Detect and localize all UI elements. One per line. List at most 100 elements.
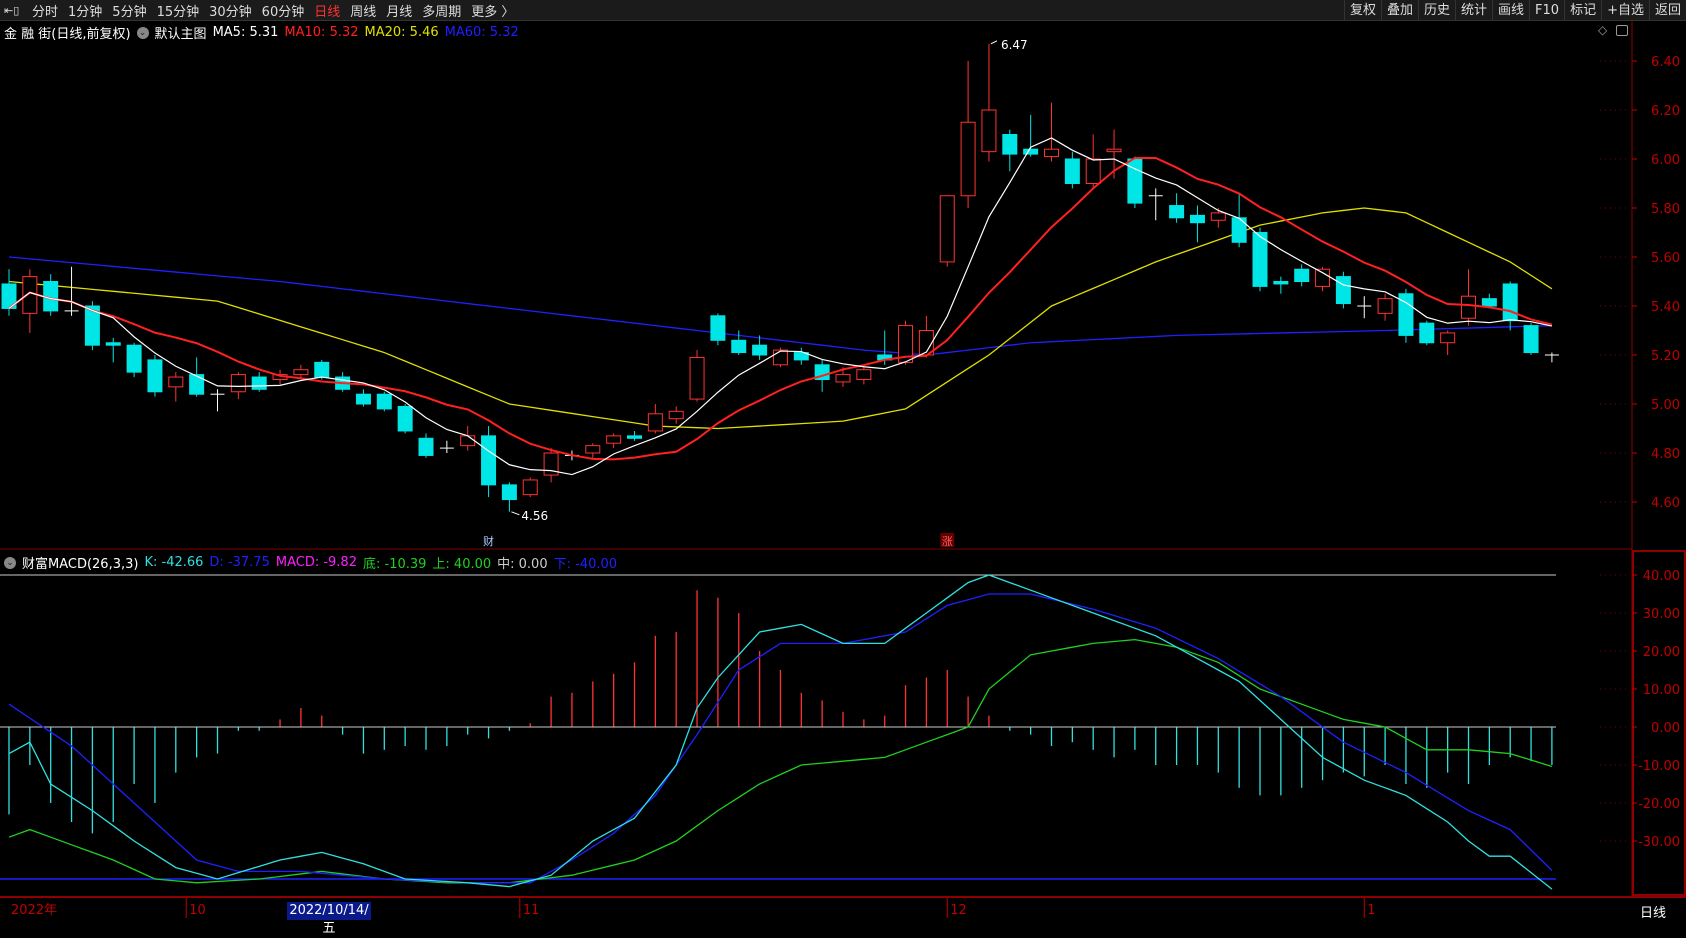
candle-body [606,435,622,444]
tab-period[interactable]: 月线 [386,1,412,20]
candle-body [481,435,497,486]
button-fuquan[interactable]: 复权 [1343,0,1381,21]
macd-legend: ⌄ 财富MACD(26,3,3) K: -42.66 D: -37.75 MAC… [4,553,623,572]
candle-body [1294,268,1310,282]
price-tick-label: 4.60 [1651,496,1680,511]
button-add-watchlist[interactable]: +自选 [1601,0,1649,21]
candle-body [1252,232,1268,287]
candle-body [939,195,955,263]
tab-period[interactable]: 周线 [350,1,376,20]
candle-body [731,339,747,354]
button-mark[interactable]: 标记 [1564,0,1601,21]
candle-body [1127,158,1143,204]
candle-body [1085,158,1101,184]
ma20-value: MA20: 5.46 [364,25,439,40]
candle-body [293,369,309,376]
tab-period[interactable]: 5分钟 [112,1,146,20]
x-tick-label: 10 [189,903,206,918]
candle-body [522,479,538,496]
candle-body [981,109,997,153]
macd-tick-label: -20.00 [1638,797,1680,812]
button-draw[interactable]: 画线 [1492,0,1529,21]
button-stats[interactable]: 统计 [1455,0,1492,21]
macd-tick-label: -10.00 [1638,759,1680,774]
tab-period[interactable]: 30分钟 [209,1,252,20]
main-legend: 金 融 街(日线,前复权) ⌄ 默认主图 MA5: 5.31 MA10: 5.3… [4,23,525,42]
price-tick-label: 5.80 [1651,202,1680,217]
candle-body [1064,158,1080,184]
tab-period[interactable]: 多周期 [422,1,461,20]
diamond-icon[interactable]: ◇ [1598,23,1607,37]
candle-body [230,374,246,393]
button-overlay[interactable]: 叠加 [1380,0,1418,21]
mid-value: 中: 0.00 [497,557,548,572]
tab-period[interactable]: 1分钟 [68,1,102,20]
stock-chart[interactable]: 6.40 6.20 6.00 5.80 5.60 5.40 5.20 5.00 4.80 4.60… [0,0,1686,920]
candle-body [251,376,267,390]
panel-toggle-icon[interactable] [1616,25,1628,36]
d-value: D: -37.75 [209,555,270,570]
macd-tick-label: 10.00 [1643,683,1680,698]
high-label: 6.47 [1001,38,1028,52]
candle-body [1231,217,1247,243]
price-tick-label: 6.40 [1651,55,1680,70]
x-tick-label: 11 [523,903,540,918]
tab-period[interactable]: 分时 [32,1,58,20]
candle-body [1106,148,1122,153]
main-chart-selector[interactable]: 默认主图 [155,23,207,42]
candle-body [1461,295,1476,319]
macd-tick-label: -30.00 [1638,835,1680,850]
button-f10[interactable]: F10 [1529,0,1564,21]
price-tick-label: 5.60 [1651,251,1680,266]
candle-body [1523,325,1539,354]
tab-period[interactable]: 60分钟 [262,1,305,20]
candle-body [147,359,163,393]
candle-body [668,410,684,420]
candle-body [835,374,851,383]
candle-body [647,413,663,432]
dropdown-icon[interactable]: ⌄ [4,556,16,569]
candle-body [460,435,476,447]
period-tabs: ⇤▯ 分时 1分钟 5分钟 15分钟 30分钟 60分钟 日线 周线 月线 多周… [0,0,524,21]
event-marker: 财 [483,534,494,548]
price-tick-label: 6.00 [1651,153,1680,168]
candle-body [627,435,642,439]
macd-value: MACD: -9.82 [275,555,357,570]
collapse-icon[interactable]: ⇤▯ [4,4,22,18]
candle-body [689,356,705,400]
dropdown-icon[interactable]: ⌄ [136,26,149,39]
k-line [8,574,1553,890]
tab-more[interactable]: 更多 〉 [471,1,514,20]
button-back[interactable]: 返回 [1648,0,1686,21]
high-pointer [990,40,998,45]
tab-period[interactable]: 15分钟 [157,1,200,20]
d-line [8,593,1553,884]
candle-body [1377,298,1393,314]
candle-body [105,342,121,346]
low-label: 4.56 [521,509,548,523]
candle-body [1023,148,1039,155]
candle-body [501,484,517,501]
candle-body [1335,276,1351,305]
candle-body [1169,205,1185,219]
button-history[interactable]: 历史 [1417,0,1455,21]
candle-body [856,369,872,381]
tab-period-daily[interactable]: 日线 [314,1,340,20]
macd-tick-label: 20.00 [1643,645,1680,660]
candle-body [189,374,205,395]
macd-tick-label: 40.00 [1643,569,1680,584]
indicator-title[interactable]: 财富MACD(26,3,3) [22,553,138,572]
candle-body [314,361,330,378]
macd-tick-label: 30.00 [1643,607,1680,622]
candle-body [585,445,601,454]
candle-body [960,121,976,197]
candle-body [752,344,768,356]
candle-body [1502,283,1518,322]
candle-body [355,393,371,405]
price-tick-label: 6.20 [1651,104,1680,119]
candle-body [1002,134,1018,155]
candle-body [418,437,434,456]
candle-body [397,405,413,432]
low-pointer [511,511,520,516]
upper-value: 上: 40.00 [432,557,492,572]
